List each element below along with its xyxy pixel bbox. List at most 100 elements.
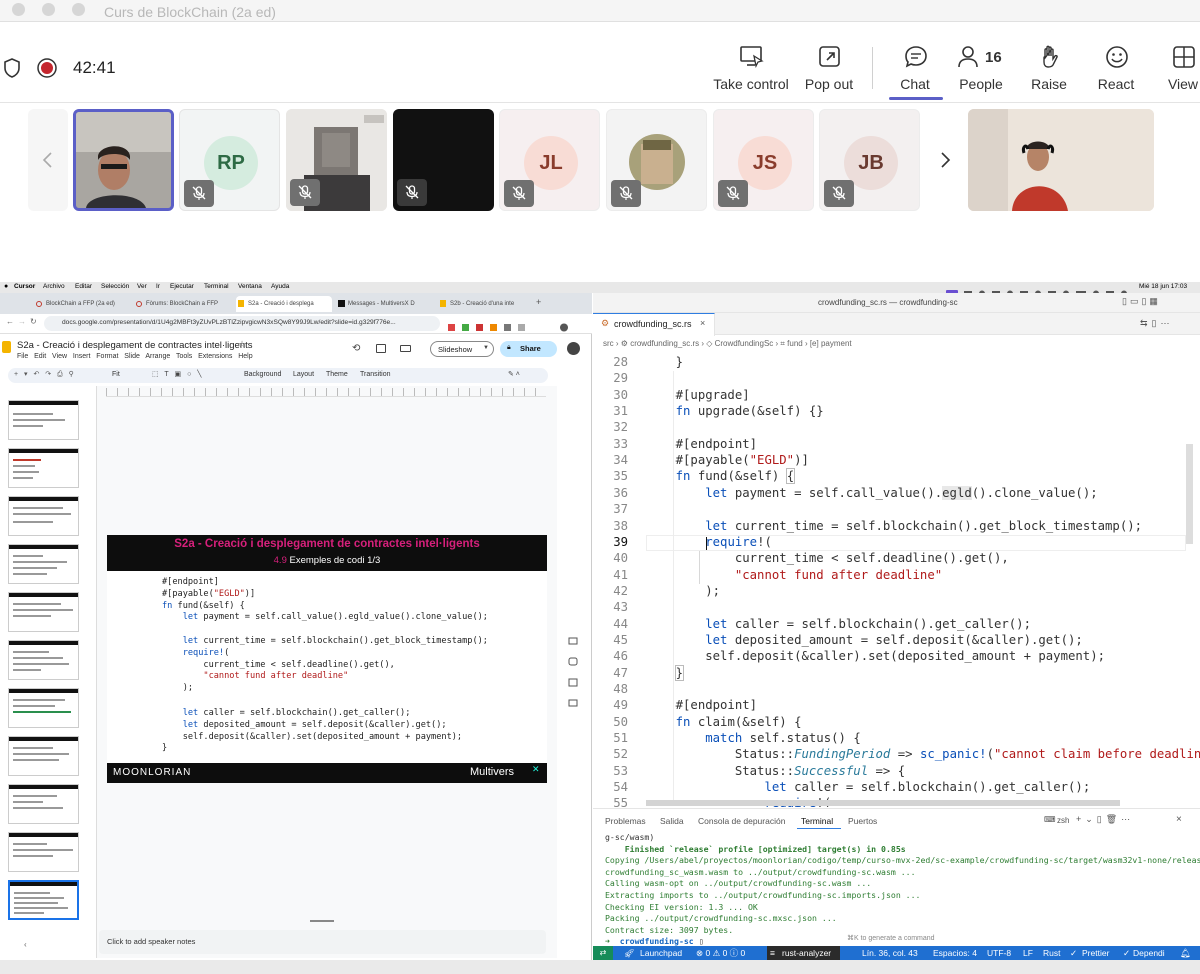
slides-doc-title[interactable]: S2a - Creació i desplegament de contract…: [17, 340, 253, 351]
status-prettier[interactable]: Prettier: [1082, 946, 1109, 960]
camera-icon[interactable]: [400, 345, 411, 352]
menu-terminal[interactable]: Terminal: [204, 283, 229, 290]
star-icon[interactable]: ☆: [238, 339, 246, 350]
participant-tile-jl[interactable]: JL: [499, 109, 600, 211]
history-icon[interactable]: ⟲: [352, 343, 360, 354]
bell-icon[interactable]: 🔔︎: [1180, 946, 1191, 960]
status-dependi[interactable]: Dependi: [1133, 946, 1165, 960]
account-avatar[interactable]: [567, 342, 580, 355]
breadcrumb-file[interactable]: crowdfunding_sc.rs: [630, 339, 699, 348]
maximize-window-button[interactable]: [72, 3, 85, 16]
participant-tile-blurred-2[interactable]: [606, 109, 707, 211]
menu-ventana[interactable]: Ventana: [238, 283, 262, 290]
close-tab-icon[interactable]: ×: [700, 318, 705, 328]
remote-indicator[interactable]: ⇄: [593, 946, 613, 960]
minimize-window-button[interactable]: [42, 3, 55, 16]
slide-thumbnail[interactable]: [8, 640, 79, 680]
self-video-tile[interactable]: [968, 109, 1154, 211]
slides-menu-view[interactable]: View: [52, 353, 67, 360]
menu-ver[interactable]: Ver: [137, 283, 147, 290]
slides-menu-slide[interactable]: Slide: [124, 353, 140, 360]
slide-thumbnail[interactable]: [8, 496, 79, 536]
slides-menu-extensions[interactable]: Extensions: [198, 353, 232, 360]
panel-tab-problems[interactable]: Problemas: [605, 816, 646, 826]
menu-seleccion[interactable]: Selección: [101, 283, 129, 290]
breadcrumb-src[interactable]: src: [603, 339, 614, 348]
status-encoding[interactable]: UTF-8: [987, 946, 1011, 960]
participant-tile-blurred-1[interactable]: [286, 109, 387, 211]
slide-thumbnail[interactable]: [8, 448, 79, 488]
slide-thumbnail[interactable]: [8, 736, 79, 776]
close-window-button[interactable]: [12, 3, 25, 16]
slides-menu-file[interactable]: File: [17, 353, 28, 360]
slide-thumbnail[interactable]: [8, 832, 79, 872]
browser-tab-4[interactable]: Messages - MultiversX D: [336, 296, 432, 312]
take-control-button[interactable]: Take control: [708, 42, 794, 102]
status-launchpad[interactable]: Launchpad: [640, 946, 682, 960]
browser-tab-3-active[interactable]: S2a - Creació i desplega: [236, 296, 332, 312]
slide-thumbnail[interactable]: [8, 784, 79, 824]
slide-thumbnail-selected[interactable]: [8, 880, 79, 920]
menu-ir[interactable]: Ir: [156, 283, 160, 290]
layout-button[interactable]: Layout: [293, 371, 314, 378]
share-button[interactable]: 🔒︎ Share: [500, 341, 557, 357]
slides-menu-tools[interactable]: Tools: [176, 353, 192, 360]
collapse-filmstrip-icon[interactable]: ‹: [24, 940, 27, 949]
reload-icon[interactable]: ↻: [30, 317, 37, 326]
slides-menu-arrange[interactable]: Arrange: [145, 353, 170, 360]
slide-thumbnail[interactable]: [8, 544, 79, 584]
participant-tile-rp[interactable]: RP: [179, 109, 280, 211]
gallery-next-button[interactable]: [926, 109, 964, 211]
status-spaces[interactable]: Espacios: 4: [933, 946, 977, 960]
forward-icon[interactable]: →: [18, 317, 26, 326]
status-eol[interactable]: LF: [1023, 946, 1033, 960]
pop-out-button[interactable]: Pop out: [786, 42, 872, 102]
breadcrumb-fund[interactable]: fund: [787, 339, 803, 348]
participant-tile-presenter[interactable]: [73, 109, 174, 211]
browser-tab-5[interactable]: S2b - Creació d'una inte: [438, 296, 528, 312]
status-position[interactable]: Lín. 36, col. 43: [862, 946, 918, 960]
slides-menu-help[interactable]: Help: [238, 353, 252, 360]
new-tab-button[interactable]: +: [536, 297, 541, 307]
slides-menu-edit[interactable]: Edit: [34, 353, 46, 360]
menu-archivo[interactable]: Archivo: [43, 283, 65, 290]
notes-resize-handle[interactable]: [310, 920, 334, 922]
transition-button[interactable]: Transition: [360, 371, 390, 378]
zoom-fit[interactable]: Fit: [112, 371, 120, 378]
slide-thumbnail[interactable]: [8, 400, 79, 440]
view-button[interactable]: View: [1140, 42, 1200, 102]
panel-tab-output[interactable]: Salida: [660, 816, 684, 826]
editor-scrollbar[interactable]: [1186, 444, 1193, 544]
panel-tab-debug-console[interactable]: Consola de depuración: [698, 816, 785, 826]
background-button[interactable]: Background: [244, 371, 281, 378]
slides-menu-insert[interactable]: Insert: [73, 353, 91, 360]
status-rust-analyzer[interactable]: rust-analyzer: [782, 946, 831, 960]
pen-icon[interactable]: ✎ ˄: [508, 370, 520, 378]
browser-tab-2[interactable]: Fòrums: BlockChain a FFP: [134, 296, 230, 312]
code-line-54: let caller = self.blockchain().get_calle…: [764, 780, 1091, 795]
status-language[interactable]: Rust: [1043, 946, 1060, 960]
menu-editar[interactable]: Editar: [75, 283, 92, 290]
participant-tile-js[interactable]: JS: [713, 109, 814, 211]
comment-icon[interactable]: [376, 344, 386, 353]
slide-thumbnail[interactable]: [8, 592, 79, 632]
back-icon[interactable]: ←: [6, 317, 14, 326]
browser-tab-1[interactable]: BlockChain a FFP (2a ed): [34, 296, 130, 312]
theme-button[interactable]: Theme: [326, 371, 348, 378]
breadcrumb-payment[interactable]: payment: [821, 339, 852, 348]
slides-menu-format[interactable]: Format: [96, 353, 118, 360]
slide-thumbnail[interactable]: [8, 688, 79, 728]
close-panel-icon[interactable]: ×: [1176, 814, 1182, 825]
horizontal-scrollbar[interactable]: [646, 800, 1120, 806]
slideshow-button[interactable]: Slideshow ▼: [430, 341, 494, 357]
menu-app[interactable]: Cursor: [14, 283, 35, 290]
panel-tab-ports[interactable]: Puertos: [848, 816, 877, 826]
breadcrumb-struct[interactable]: CrowdfundingSc: [715, 339, 774, 348]
menu-ejecutar[interactable]: Ejecutar: [170, 283, 194, 290]
panel-tab-terminal[interactable]: Terminal: [801, 816, 833, 826]
status-problems[interactable]: ⊗ 0 ⚠ 0 ⓘ 0: [696, 946, 745, 960]
menu-ayuda[interactable]: Ayuda: [271, 283, 289, 290]
participant-tile-jb[interactable]: JB: [819, 109, 920, 211]
gallery-prev-button[interactable]: [28, 109, 68, 211]
participant-tile-dark[interactable]: [393, 109, 494, 211]
